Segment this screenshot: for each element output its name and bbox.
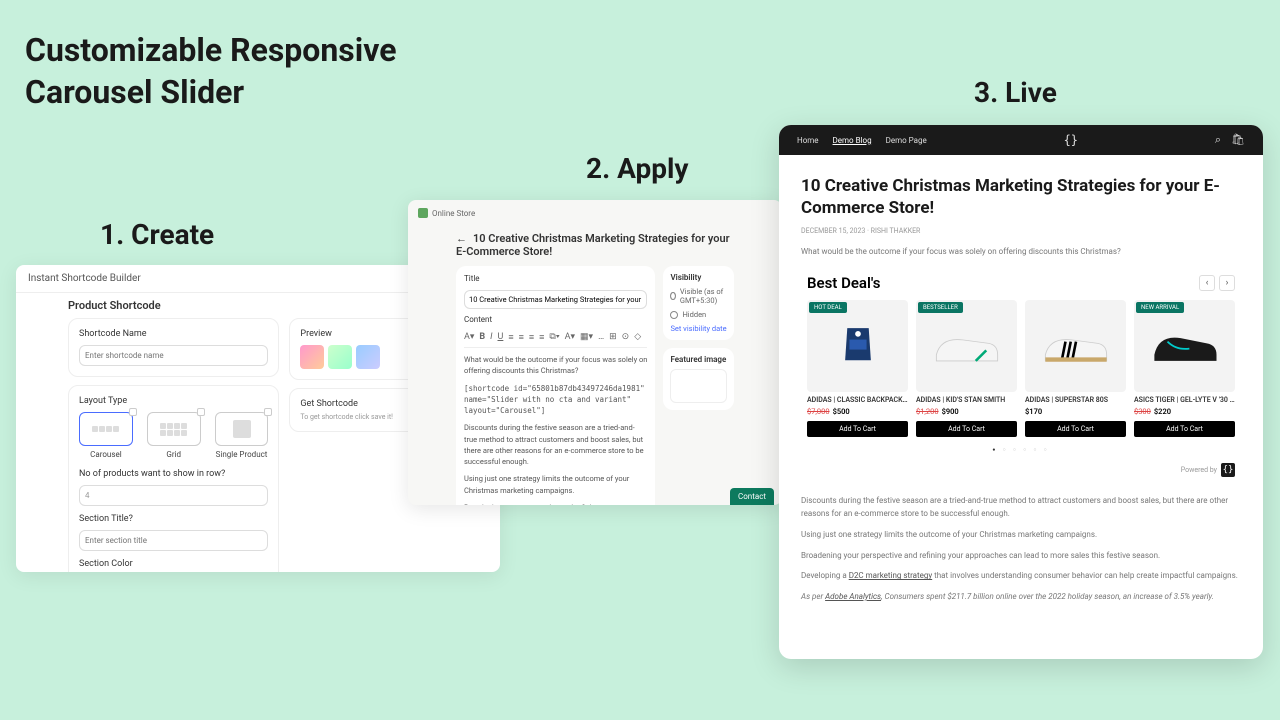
set-visibility-date[interactable]: Set visibility date xyxy=(670,324,727,333)
main-title: Customizable ResponsiveCarousel Slider xyxy=(25,30,396,113)
visibility-label: Visibility xyxy=(670,273,727,282)
editor-toolbar[interactable]: A▾BIU≡≡≡≡⧉▾A▾▦▾…⊞⊙◇ xyxy=(464,328,647,348)
add-to-cart-button[interactable]: Add To Cart xyxy=(1025,421,1126,437)
product-card[interactable]: BESTSELLER ADIDAS | KID'S STAN SMITH $1,… xyxy=(916,300,1017,437)
online-store-crumb[interactable]: Online Store xyxy=(432,209,475,218)
step2-label: 2. Apply xyxy=(586,152,689,185)
shortcode-name-input[interactable] xyxy=(79,345,268,366)
powered-by: Powered by xyxy=(1181,466,1217,474)
content-label: Content xyxy=(464,315,647,324)
layout-carousel[interactable]: Carousel xyxy=(79,412,133,459)
nav-home[interactable]: Home xyxy=(797,136,819,145)
deals-heading: Best Deal's xyxy=(807,274,880,292)
section-color-label: Section Color xyxy=(79,559,268,569)
shortcode-name-label: Shortcode Name xyxy=(79,329,268,339)
apply-panel: Online Store ←10 Creative Christmas Mark… xyxy=(408,200,782,505)
layout-grid[interactable]: Grid xyxy=(147,412,201,459)
search-icon[interactable]: ⌕ xyxy=(1215,133,1221,147)
add-to-cart-button[interactable]: Add To Cart xyxy=(807,421,908,437)
rows-label: No of products want to show in row? xyxy=(79,469,268,479)
live-panel: Home Demo Blog Demo Page {} ⌕ 🛍 10 Creati… xyxy=(779,125,1263,659)
featured-image-label: Featured image xyxy=(670,355,727,364)
layout-single[interactable]: Single Product xyxy=(215,412,269,459)
title-label: Title xyxy=(464,274,647,283)
step3-label: 3. Live xyxy=(974,76,1057,109)
hidden-radio[interactable]: Hidden xyxy=(670,310,727,319)
carousel-dots[interactable]: ● ○ ○ ○ ○ ○ xyxy=(807,447,1235,453)
site-logo[interactable]: {} xyxy=(945,133,1197,147)
product-card[interactable]: HOT DEAL ADIDAS | CLASSIC BACKPACK | LEG… xyxy=(807,300,908,437)
cart-icon[interactable]: 🛍 xyxy=(1231,133,1245,147)
section-title-input[interactable] xyxy=(79,530,268,551)
panel1-subheader: Product Shortcode xyxy=(16,293,213,318)
site-navbar: Home Demo Blog Demo Page {} ⌕ 🛍 xyxy=(779,125,1263,155)
article-body: Discounts during the festive season are … xyxy=(801,495,1241,604)
nav-page[interactable]: Demo Page xyxy=(886,136,927,145)
section-title-label: Section Title? xyxy=(79,514,268,524)
add-to-cart-button[interactable]: Add To Cart xyxy=(916,421,1017,437)
carousel-prev[interactable]: ‹ xyxy=(1199,275,1215,291)
rows-input[interactable] xyxy=(79,485,268,506)
article-meta: DECEMBER 15, 2023 · RISHI THAKKER xyxy=(801,227,1241,235)
editor-content[interactable]: What would be the outcome if your focus … xyxy=(464,354,647,505)
back-arrow-icon[interactable]: ← xyxy=(456,232,467,245)
store-icon xyxy=(418,208,428,218)
carousel-next[interactable]: › xyxy=(1219,275,1235,291)
step1-label: 1. Create xyxy=(100,218,214,251)
nav-blog[interactable]: Demo Blog xyxy=(833,136,872,145)
powered-logo[interactable]: {} xyxy=(1221,463,1235,477)
product-card[interactable]: ADIDAS | SUPERSTAR 80S $170 Add To Cart xyxy=(1025,300,1126,437)
product-card[interactable]: NEW ARRIVAL ASICS TIGER | GEL-LYTE V '30… xyxy=(1134,300,1235,437)
layout-type-label: Layout Type xyxy=(79,396,268,406)
add-to-cart-button[interactable]: Add To Cart xyxy=(1134,421,1235,437)
article-title-input[interactable] xyxy=(464,290,647,309)
article-intro: What would be the outcome if your focus … xyxy=(801,247,1241,256)
visible-radio[interactable]: Visible (as of GMT+5:30) xyxy=(670,287,727,305)
contact-button[interactable]: Contact xyxy=(730,488,774,505)
featured-image-dropzone[interactable] xyxy=(670,369,727,403)
article-title: 10 Creative Christmas Marketing Strategi… xyxy=(801,175,1241,219)
